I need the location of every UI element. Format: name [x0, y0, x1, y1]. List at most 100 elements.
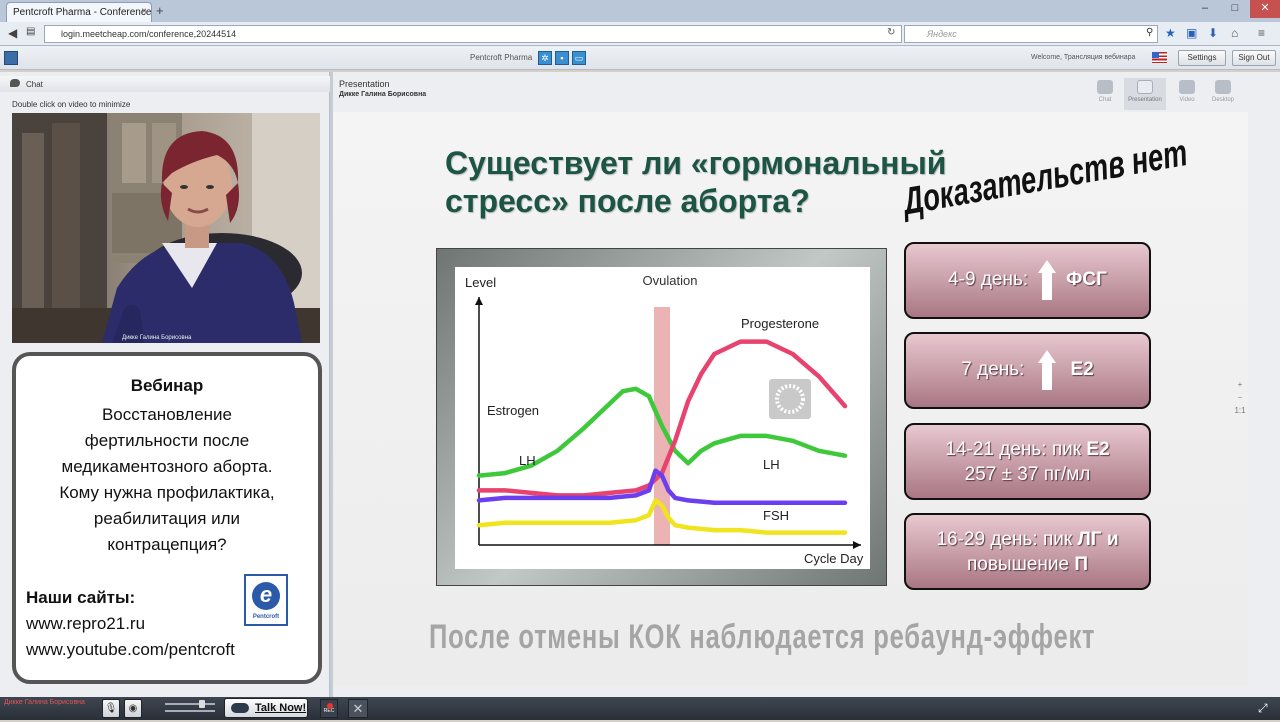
webcam-image	[12, 113, 320, 343]
layout-icon[interactable]: ▭	[572, 51, 586, 65]
zoom-in-icon[interactable]: +	[1233, 378, 1247, 391]
fsh-badge: 4-9 день: ФСГ	[904, 242, 1151, 319]
talk-now-button[interactable]: Talk Now!	[224, 698, 308, 718]
zoom-out-icon[interactable]: −	[1233, 391, 1247, 404]
series-label-progesterone: Progesterone	[741, 316, 819, 331]
window-controls: – □ ✕	[1190, 0, 1280, 18]
home-icon[interactable]: ⌂	[1231, 26, 1238, 40]
microphone-icon[interactable]: 🎙	[102, 699, 120, 718]
series-label-estrogen: Estrogen	[487, 403, 539, 418]
new-tab-button[interactable]: +	[156, 3, 164, 18]
reload-icon[interactable]: ↻	[887, 27, 895, 38]
maximize-button[interactable]: □	[1220, 0, 1250, 18]
video-camera-icon	[1179, 80, 1195, 94]
zoom-tools: + − 1:1	[1233, 378, 1247, 417]
site-link[interactable]: www.repro21.ru	[26, 614, 145, 634]
e2-badge: 7 день: E2	[904, 332, 1151, 409]
mode-chat-button[interactable]: Chat	[1087, 78, 1123, 110]
webcam-video[interactable]: Дикке Галина Борисовна	[12, 113, 320, 343]
left-panel: Chat Double click on video to minimize Д…	[0, 72, 330, 697]
search-input[interactable]: Яндекс	[904, 25, 1158, 43]
ovulation-label: Ovulation	[643, 273, 698, 288]
bottom-toolbar: Дикке Галина Борисовна 🎙 ◉ Talk Now! REC…	[0, 697, 1280, 720]
promo-line: фертильности после	[84, 431, 250, 450]
slide-footer: После отмены КОК наблюдается ребаунд-эфф…	[429, 618, 1096, 656]
promo-line: Кому нужна профилактика,	[59, 483, 275, 502]
y-axis-label: Level	[465, 275, 496, 290]
badge-prefix: 7 день:	[961, 359, 1025, 381]
presentation-mode-icon	[1137, 80, 1153, 94]
lock-room-icon[interactable]: ▪	[555, 51, 569, 65]
badge-value: ЛГ и	[1077, 529, 1119, 550]
series-label-lh: LH	[519, 453, 536, 468]
chat-header[interactable]: Chat	[0, 76, 330, 92]
presenter-name-bottom: Дикке Галина Борисовна	[4, 699, 85, 706]
video-caption: Дикке Галина Борисовна	[122, 335, 192, 341]
welcome-text: Welcome, Трансляция вебинара	[1031, 54, 1136, 61]
search-icon[interactable]: ⚲	[1146, 27, 1153, 38]
language-flag-icon[interactable]	[1152, 52, 1167, 63]
menu-icon[interactable]: ≡	[1258, 26, 1265, 40]
talk-bubble-icon	[231, 703, 249, 713]
record-button[interactable]: REC	[320, 699, 338, 718]
webinar-promo: Вебинар Восстановление фертильности посл…	[12, 352, 322, 684]
talk-label: Talk Now!	[255, 702, 307, 714]
presentation-panel: Presentation Дикке Галина Борисовна Chat…	[333, 72, 1280, 697]
hormone-chart: Ovulation Level Cycle Day Estrogen Progester…	[455, 267, 870, 569]
volume-knob[interactable]	[199, 700, 205, 708]
search-placeholder: Яндекс	[927, 29, 957, 39]
address-text: login.meetcheap.com/conference,20244514	[61, 29, 237, 39]
promo-line: медикаментозного аборта.	[61, 457, 273, 476]
badge-value: ФСГ	[1066, 269, 1107, 291]
pentcroft-logo: e Pentcroft	[244, 574, 288, 626]
fullscreen-icon[interactable]: ⤢	[1258, 701, 1268, 716]
download-icon[interactable]: ⬇	[1208, 26, 1218, 40]
arrow-up-icon	[1038, 350, 1057, 390]
volume-slider[interactable]	[165, 700, 215, 716]
mode-video-button[interactable]: Video	[1169, 78, 1205, 110]
browser-tab[interactable]: Pentcroft Pharma - Conference... ×	[6, 2, 152, 22]
webcam-icon[interactable]: ◉	[124, 699, 142, 718]
settings-gear-icon[interactable]: ✲	[538, 51, 552, 65]
lh-peak-badge: 16-29 день: пик ЛГ и повышение П	[904, 513, 1151, 590]
mode-label: Presentation	[1128, 97, 1162, 103]
logo-letter: e	[252, 582, 280, 610]
slide: Существует ли «гормональный стресс» посл…	[333, 112, 1248, 686]
chat-mode-icon	[1097, 80, 1113, 94]
promo-title: Вебинар	[130, 376, 204, 395]
minimize-button[interactable]: –	[1190, 0, 1220, 18]
address-bar[interactable]: login.meetcheap.com/conference,20244514	[44, 25, 902, 43]
video-hint: Double click on video to minimize	[12, 100, 131, 109]
promo-line: реабилитация или	[93, 509, 241, 528]
close-window-button[interactable]: ✕	[1250, 0, 1280, 18]
desktop-monitor-icon	[1215, 80, 1231, 94]
badge-prefix: 14-21 день: пик	[945, 439, 1087, 460]
zoom-reset-button[interactable]: 1:1	[1233, 404, 1247, 417]
tab-close-icon[interactable]: ×	[141, 6, 147, 17]
app-header: Pentcroft Pharma ✲ ▪ ▭ Welcome, Трансляц…	[0, 46, 1280, 70]
hormone-chart-frame: Ovulation Level Cycle Day Estrogen Progester…	[436, 248, 887, 586]
presenter-name: Дикке Галина Борисовна	[339, 91, 427, 98]
x-axis-label: Cycle Day	[804, 551, 864, 566]
badge-value: П	[1074, 554, 1089, 575]
presentation-label: Presentation	[339, 79, 390, 89]
bookmark-star-icon[interactable]: ★	[1165, 26, 1176, 40]
badge-prefix: 4-9 день:	[948, 269, 1029, 291]
y-axis-arrow	[475, 297, 483, 305]
sites-heading: Наши сайты:	[26, 588, 136, 607]
site-link[interactable]: www.youtube.com/pentcroft	[26, 640, 235, 660]
lock-icon: ▤	[26, 26, 36, 37]
close-icon[interactable]: ✕	[348, 699, 368, 718]
e2-peak-badge: 14-21 день: пик E2 257 ± 37 пг/мл	[904, 423, 1151, 500]
mode-presentation-button[interactable]: Presentation	[1124, 78, 1166, 110]
hormone-chart-svg: Ovulation Level Cycle Day Estrogen Progester…	[465, 273, 864, 566]
settings-button[interactable]: Settings	[1178, 50, 1226, 66]
back-arrow-icon[interactable]: ◀	[8, 26, 17, 40]
badge-value: E2	[1070, 359, 1094, 381]
sign-out-button[interactable]: Sign Out	[1232, 50, 1276, 66]
mode-desktop-button[interactable]: Desktop	[1205, 78, 1241, 110]
clipboard-icon[interactable]: ▣	[1186, 26, 1197, 40]
x-axis-arrow	[853, 541, 861, 549]
series-label-lh: LH	[763, 457, 780, 472]
tab-title: Pentcroft Pharma - Conference...	[13, 7, 152, 18]
